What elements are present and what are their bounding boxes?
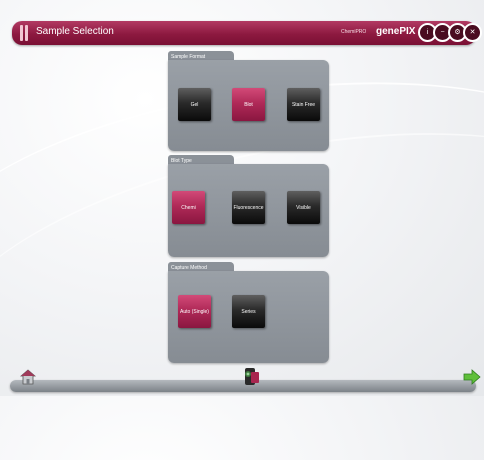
option-label: Blot — [244, 101, 253, 108]
app-logo-icon — [20, 25, 30, 41]
blot-type-panel: Blot Type Chemi Fluorescence Visible — [168, 155, 329, 257]
capture-method-panel: Capture Method Auto (Single) Series — [168, 262, 329, 363]
option-visible[interactable]: Visible — [287, 191, 320, 224]
window-title: Sample Selection — [36, 26, 114, 37]
info-icon: i — [426, 29, 429, 36]
close-icon: ✕ — [469, 29, 476, 36]
next-arrow-icon[interactable] — [463, 369, 481, 385]
close-button[interactable]: ✕ — [463, 23, 482, 42]
option-label: Chemi — [181, 204, 196, 211]
panel-body: Chemi Fluorescence Visible — [168, 164, 329, 257]
brand-genepix: genePIX — [376, 26, 416, 37]
option-label: Visible — [296, 204, 311, 211]
option-series[interactable]: Series — [232, 295, 265, 328]
option-blot[interactable]: Blot — [232, 88, 265, 121]
option-gel[interactable]: Gel — [178, 88, 211, 121]
title-bar: Sample Selection ChemiPRO genePIX i − ⚙ … — [12, 21, 482, 45]
camera-icon[interactable] — [239, 366, 263, 388]
option-label: Series — [241, 308, 256, 315]
home-icon[interactable] — [19, 369, 37, 385]
option-fluorescence[interactable]: Fluorescence — [232, 191, 265, 224]
option-auto-single[interactable]: Auto (Single) — [178, 295, 211, 328]
option-label: Fluorescence — [233, 204, 264, 211]
panel-body: Auto (Single) Series — [168, 271, 329, 363]
minus-icon: − — [440, 29, 445, 36]
option-label: Stain Free — [291, 101, 316, 108]
option-stain-free[interactable]: Stain Free — [287, 88, 320, 121]
brand-chemipro: ChemiPRO — [341, 29, 367, 35]
sample-format-panel: Sample Format Gel Blot Stain Free — [168, 51, 329, 151]
option-label: Gel — [190, 101, 199, 108]
gear-icon: ⚙ — [454, 29, 461, 36]
panel-body: Gel Blot Stain Free — [168, 60, 329, 151]
option-chemi[interactable]: Chemi — [172, 191, 205, 224]
option-label: Auto (Single) — [180, 308, 209, 315]
